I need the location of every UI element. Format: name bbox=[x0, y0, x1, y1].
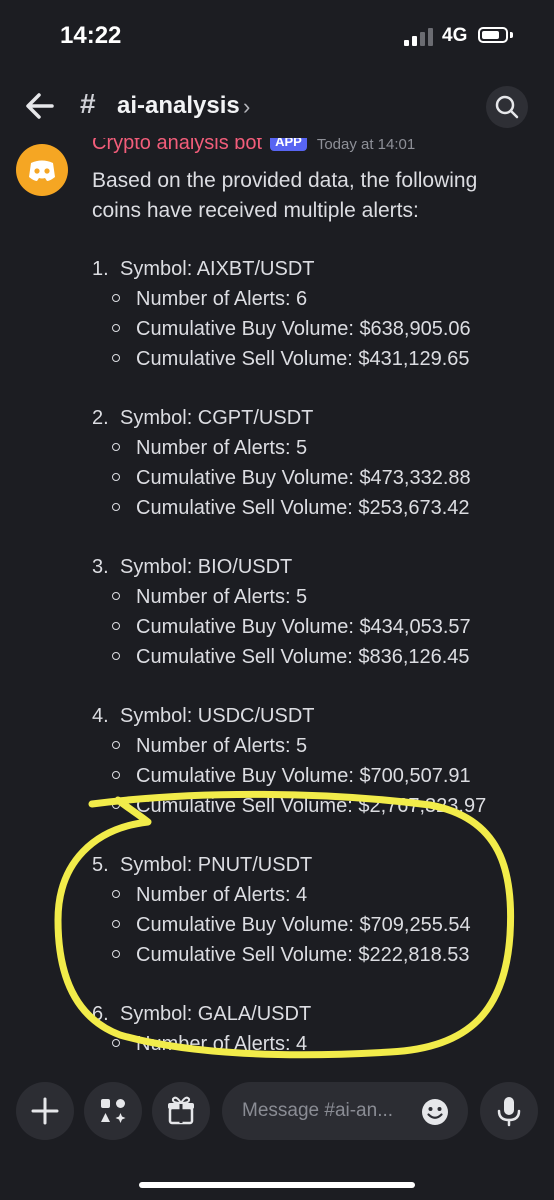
list-item: 3. Symbol: BIO/USDT Number of Alerts: 5 C… bbox=[92, 552, 471, 672]
chevron-right-icon[interactable]: › bbox=[243, 94, 250, 120]
sell-volume: Cumulative Sell Volume: $253,673.42 bbox=[136, 497, 470, 519]
list-item: 6. Symbol: GALA/USDT Number of Alerts: 4 bbox=[92, 999, 311, 1059]
back-button[interactable] bbox=[20, 86, 60, 126]
back-arrow-icon bbox=[26, 93, 54, 119]
message-timestamp: Today at 14:01 bbox=[316, 138, 416, 153]
message-header: Crypto analysis bot APP Today at 14:01 bbox=[92, 138, 415, 155]
coin-symbol: Symbol: BIO/USDT bbox=[120, 556, 293, 578]
coin-symbol: Symbol: PNUT/USDT bbox=[120, 854, 313, 876]
app-screen: 14:22 4G # ai-analysis › Crypto analysis… bbox=[0, 0, 554, 1200]
buy-volume: Cumulative Buy Volume: $473,332.88 bbox=[136, 467, 471, 489]
search-button[interactable] bbox=[486, 86, 528, 128]
home-indicator bbox=[139, 1182, 415, 1188]
sell-volume: Cumulative Sell Volume: $836,126.45 bbox=[136, 646, 470, 668]
discord-logo-icon bbox=[29, 160, 55, 181]
app-badge: APP bbox=[270, 138, 307, 151]
sell-volume: Cumulative Sell Volume: $431,129.65 bbox=[136, 348, 470, 370]
buy-volume: Cumulative Buy Volume: $638,905.06 bbox=[136, 318, 471, 340]
list-item: 1. Symbol: AIXBT/USDT Number of Alerts: 6… bbox=[92, 254, 471, 374]
buy-volume: Cumulative Buy Volume: $700,507.91 bbox=[136, 765, 471, 787]
battery-icon bbox=[478, 27, 508, 43]
sell-volume: Cumulative Sell Volume: $222,818.53 bbox=[136, 944, 470, 966]
alert-count: Number of Alerts: 6 bbox=[136, 288, 308, 310]
apps-icon bbox=[101, 1099, 126, 1123]
list-number: 2. bbox=[92, 407, 109, 429]
network-type: 4G bbox=[442, 25, 468, 46]
author-name[interactable]: Crypto analysis bot bbox=[92, 138, 262, 154]
apps-button[interactable] bbox=[84, 1082, 142, 1140]
emoji-icon bbox=[422, 1099, 448, 1125]
sell-volume: Cumulative Sell Volume: $2,767,323.97 bbox=[136, 795, 487, 817]
list-item: 5. Symbol: PNUT/USDT Number of Alerts: 4 … bbox=[92, 850, 471, 970]
list-item: 4. Symbol: USDC/USDT Number of Alerts: 5 … bbox=[92, 701, 486, 821]
coin-symbol: Symbol: USDC/USDT bbox=[120, 705, 315, 727]
voice-button[interactable] bbox=[480, 1082, 538, 1140]
list-number: 1. bbox=[92, 258, 109, 280]
signal-icon bbox=[404, 28, 434, 46]
emoji-button[interactable] bbox=[420, 1097, 450, 1127]
status-time: 14:22 bbox=[60, 22, 122, 49]
plus-icon bbox=[31, 1097, 59, 1125]
list-number: 6. bbox=[92, 1003, 109, 1025]
search-icon bbox=[495, 95, 519, 119]
status-bar: 14:22 4G bbox=[0, 0, 554, 76]
coin-symbol: Symbol: GALA/USDT bbox=[120, 1003, 312, 1025]
list-item: 2. Symbol: CGPT/USDT Number of Alerts: 5 … bbox=[92, 403, 471, 523]
alert-count: Number of Alerts: 4 bbox=[136, 884, 308, 906]
channel-header: # ai-analysis › bbox=[0, 76, 554, 138]
gift-icon bbox=[168, 1096, 194, 1125]
alert-count: Number of Alerts: 4 bbox=[136, 1033, 308, 1055]
channel-title[interactable]: ai-analysis bbox=[117, 92, 240, 120]
list-number: 4. bbox=[92, 705, 109, 727]
add-button[interactable] bbox=[16, 1082, 74, 1140]
microphone-icon bbox=[497, 1097, 521, 1127]
alert-count: Number of Alerts: 5 bbox=[136, 437, 308, 459]
battery-nub bbox=[510, 32, 513, 38]
list-number: 3. bbox=[92, 556, 109, 578]
hash-icon: # bbox=[80, 88, 96, 119]
message-intro: Based on the provided data, the followin… bbox=[92, 169, 478, 222]
buy-volume: Cumulative Buy Volume: $434,053.57 bbox=[136, 616, 471, 638]
coin-symbol: Symbol: AIXBT/USDT bbox=[120, 258, 315, 280]
gift-button[interactable] bbox=[152, 1082, 210, 1140]
avatar[interactable] bbox=[16, 144, 68, 196]
alert-count: Number of Alerts: 5 bbox=[136, 586, 308, 608]
coin-symbol: Symbol: CGPT/USDT bbox=[120, 407, 314, 429]
composer-bar bbox=[0, 1068, 554, 1158]
list-number: 5. bbox=[92, 854, 109, 876]
alert-count: Number of Alerts: 5 bbox=[136, 735, 308, 757]
buy-volume: Cumulative Buy Volume: $709,255.54 bbox=[136, 914, 471, 936]
message-list[interactable]: Crypto analysis bot APP Today at 14:01 Bas… bbox=[0, 138, 554, 1068]
